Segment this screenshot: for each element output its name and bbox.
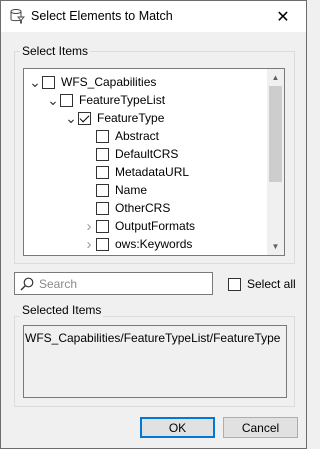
- tree-item-label: Abstract: [115, 129, 160, 143]
- close-button[interactable]: ✕: [260, 1, 306, 32]
- scroll-thumb[interactable]: [269, 86, 282, 182]
- selected-items-path: WFS_Capabilities/FeatureTypeList/Feature…: [23, 325, 287, 398]
- tree-item-label: WFS_Capabilities: [61, 75, 157, 89]
- tree-item[interactable]: MetadataURL: [82, 163, 189, 181]
- close-icon: ✕: [276, 8, 290, 26]
- scroll-down-arrow-icon[interactable]: ▼: [267, 238, 284, 255]
- tree-item-checkbox[interactable]: [96, 165, 109, 179]
- search-icon: [20, 277, 34, 291]
- tree-item[interactable]: › OutputFormats: [82, 217, 196, 235]
- chevron-down-icon[interactable]: ⌄: [64, 109, 78, 127]
- select-items-label: Select Items: [20, 44, 91, 58]
- tree-item-checkbox[interactable]: [96, 237, 109, 251]
- tree-item-checkbox[interactable]: [78, 111, 91, 125]
- tree-item[interactable]: ⌄ FeatureTypeList: [46, 91, 165, 109]
- tree-item-checkbox[interactable]: [96, 147, 109, 161]
- tree-item-label: FeatureTypeList: [79, 93, 166, 107]
- tree-item-checkbox[interactable]: [60, 93, 73, 107]
- tree-item-checkbox[interactable]: [42, 75, 55, 89]
- tree-item[interactable]: DefaultCRS: [82, 145, 178, 163]
- tree-item[interactable]: Abstract: [82, 127, 159, 145]
- tree-item[interactable]: › ows:Keywords: [82, 235, 193, 253]
- chevron-right-icon[interactable]: ›: [82, 235, 96, 253]
- tree-item[interactable]: OtherCRS: [82, 199, 170, 217]
- scroll-up-arrow-icon[interactable]: ▲: [267, 69, 284, 86]
- ok-button[interactable]: OK: [140, 417, 215, 438]
- chevron-down-icon[interactable]: ⌄: [28, 73, 42, 91]
- search-field[interactable]: [14, 272, 213, 295]
- cancel-button[interactable]: Cancel: [223, 417, 298, 438]
- tree-item-label: OtherCRS: [115, 201, 171, 215]
- select-all-box[interactable]: [228, 277, 241, 291]
- tree-item-label: Name: [115, 183, 148, 197]
- search-input[interactable]: [39, 275, 209, 292]
- tree-item[interactable]: ⌄ FeatureType: [64, 109, 164, 127]
- tree-item-checkbox[interactable]: [96, 219, 109, 233]
- tree-item-label: DefaultCRS: [115, 147, 179, 161]
- chevron-down-icon[interactable]: ⌄: [46, 91, 60, 109]
- chevron-right-icon[interactable]: ›: [82, 217, 96, 235]
- tree-item-checkbox[interactable]: [96, 201, 109, 215]
- select-all-checkbox[interactable]: Select all: [228, 277, 296, 291]
- title-bar: Select Elements to Match ✕: [1, 1, 306, 32]
- tree-item-label: ows:Keywords: [115, 237, 193, 251]
- tree-item[interactable]: Name: [82, 181, 147, 199]
- window-title: Select Elements to Match: [31, 9, 173, 23]
- tree-item-label: FeatureType: [97, 111, 165, 125]
- select-all-label: Select all: [247, 277, 296, 291]
- database-filter-icon: [10, 9, 25, 24]
- tree-item[interactable]: ⌄ WFS_Capabilities: [28, 73, 156, 91]
- select-elements-dialog: Select Elements to Match ✕ Select Items …: [0, 0, 307, 449]
- element-tree[interactable]: ▲ ▼ ⌄ WFS_Capabilities ⌄ FeatureTypeList ⌄ Fe…: [23, 68, 285, 256]
- selected-items-label: Selected Items: [20, 303, 104, 317]
- tree-scrollbar[interactable]: ▲ ▼: [267, 69, 284, 255]
- tree-item-label: MetadataURL: [115, 165, 190, 179]
- tree-item-label: OutputFormats: [115, 219, 196, 233]
- tree-item-checkbox[interactable]: [96, 183, 109, 197]
- tree-item-checkbox[interactable]: [96, 129, 109, 143]
